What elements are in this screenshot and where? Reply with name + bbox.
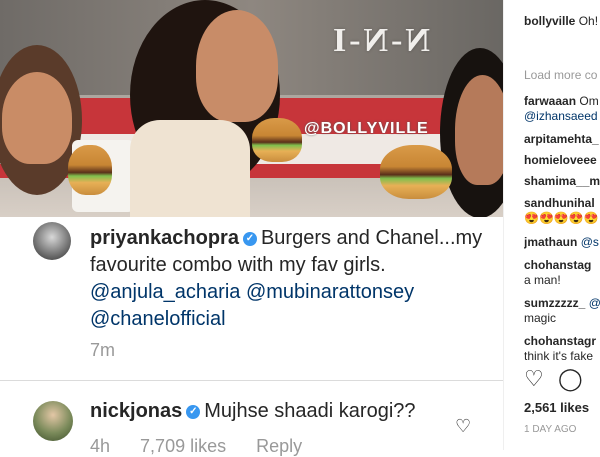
comment-divider — [0, 380, 503, 381]
sidebar-comment-text: Om — [579, 94, 599, 108]
sidebar-comment: farwaaan Om @izhansaeed — [524, 94, 600, 124]
comment-bubble-icon[interactable]: ◯ — [558, 366, 583, 392]
burger-right — [380, 145, 452, 199]
reply-time: 4h — [90, 436, 111, 456]
like-comment-heart-icon[interactable]: ♡ — [455, 416, 471, 437]
caption-text: priyankachopra ✓ Burgers and Chanel...my f… — [90, 225, 490, 333]
sidebar-top-comment: bollyville Oh! Bollywood ling — [524, 14, 600, 29]
sidebar-comment-text: think it's fake — [524, 349, 593, 363]
sidebar-comment: sumzzzzz_ @ magic — [524, 296, 600, 326]
reply-username[interactable]: nickjonas — [90, 400, 182, 422]
sidebar-emoji-text: 😍😍😍😍😍 — [524, 211, 599, 225]
sidebar-comment: jmathaun @s — [524, 235, 600, 250]
person-center-face — [196, 10, 278, 122]
sidebar-username[interactable]: sumzzzzz_ — [524, 296, 585, 310]
mention-link[interactable]: @mubinarattonsey — [246, 281, 414, 303]
person-left-face — [2, 72, 72, 164]
person-right-face — [455, 75, 503, 185]
sidebar-comment: sandhunihal 😍😍😍😍😍 — [524, 196, 600, 226]
sidebar-comment-text: Oh! Bollywood ling — [578, 14, 600, 28]
sidebar-username[interactable]: farwaaan — [524, 94, 576, 108]
sidebar-username[interactable]: chohanstagr — [524, 334, 596, 348]
sidebar-comment-text: a man! — [524, 273, 561, 287]
sidebar-username[interactable]: arpitamehta_ — [524, 132, 599, 146]
sidebar-divider — [503, 0, 504, 450]
burger-center — [252, 118, 302, 162]
sidebar-username[interactable]: jmathaun — [524, 235, 577, 249]
person-center-top — [130, 120, 250, 217]
post-likes-count[interactable]: 2,561 likes — [524, 400, 600, 415]
sidebar-comment: arpitamehta_ — [524, 132, 600, 147]
caption-timestamp: 7m — [90, 340, 116, 360]
avatar-nickjonas[interactable] — [33, 401, 73, 441]
sidebar-comment: chohanstagr think it's fake — [524, 334, 600, 364]
sidebar-username[interactable]: bollyville — [524, 14, 575, 28]
sidebar-comment: shamima__m — [524, 174, 600, 189]
caption-username[interactable]: priyankachopra — [90, 227, 239, 249]
load-more-comments[interactable]: Load more co — [524, 68, 600, 83]
photo-watermark: @BOLLYVILLE — [304, 120, 429, 137]
mention-link[interactable]: @chanelofficial — [90, 308, 226, 330]
sidebar-username[interactable]: homieloveee — [524, 153, 597, 167]
post-date: 1 DAY AGO — [524, 424, 577, 435]
sidebar-username[interactable]: chohanstag — [524, 258, 591, 272]
like-heart-icon[interactable]: ♡ — [524, 366, 544, 392]
mention-link[interactable]: @anjula_acharia — [90, 281, 240, 303]
avatar-priyankachopra[interactable] — [33, 222, 71, 260]
sidebar-comment: homieloveee — [524, 153, 600, 168]
post-photo[interactable]: N-N-I @BOLLYVILLE — [0, 0, 503, 217]
sidebar-mention[interactable]: @ — [589, 296, 600, 310]
sidebar-mention[interactable]: @izhansaeed — [524, 109, 598, 123]
verified-badge-icon: ✓ — [186, 404, 201, 419]
sidebar-comment: chohanstag a man! — [524, 258, 600, 288]
burger-left — [68, 145, 112, 195]
reply-comment: nickjonas ✓ Mujhse shaadi karogi?? — [90, 400, 416, 423]
sidebar-mention[interactable]: @s — [581, 235, 599, 249]
sidebar-username[interactable]: sandhunihal — [524, 196, 595, 210]
reply-likes[interactable]: 7,709 likes — [140, 436, 226, 456]
verified-badge-icon: ✓ — [242, 231, 257, 246]
sidebar-comment-text: magic — [524, 311, 557, 325]
reply-meta: 4h 7,709 likes Reply — [90, 436, 302, 457]
sidebar-username[interactable]: shamima__m — [524, 174, 600, 188]
restaurant-sign: N-N-I — [330, 22, 430, 59]
reply-body: Mujhse shaadi karogi?? — [204, 400, 416, 422]
reply-button[interactable]: Reply — [256, 436, 302, 456]
